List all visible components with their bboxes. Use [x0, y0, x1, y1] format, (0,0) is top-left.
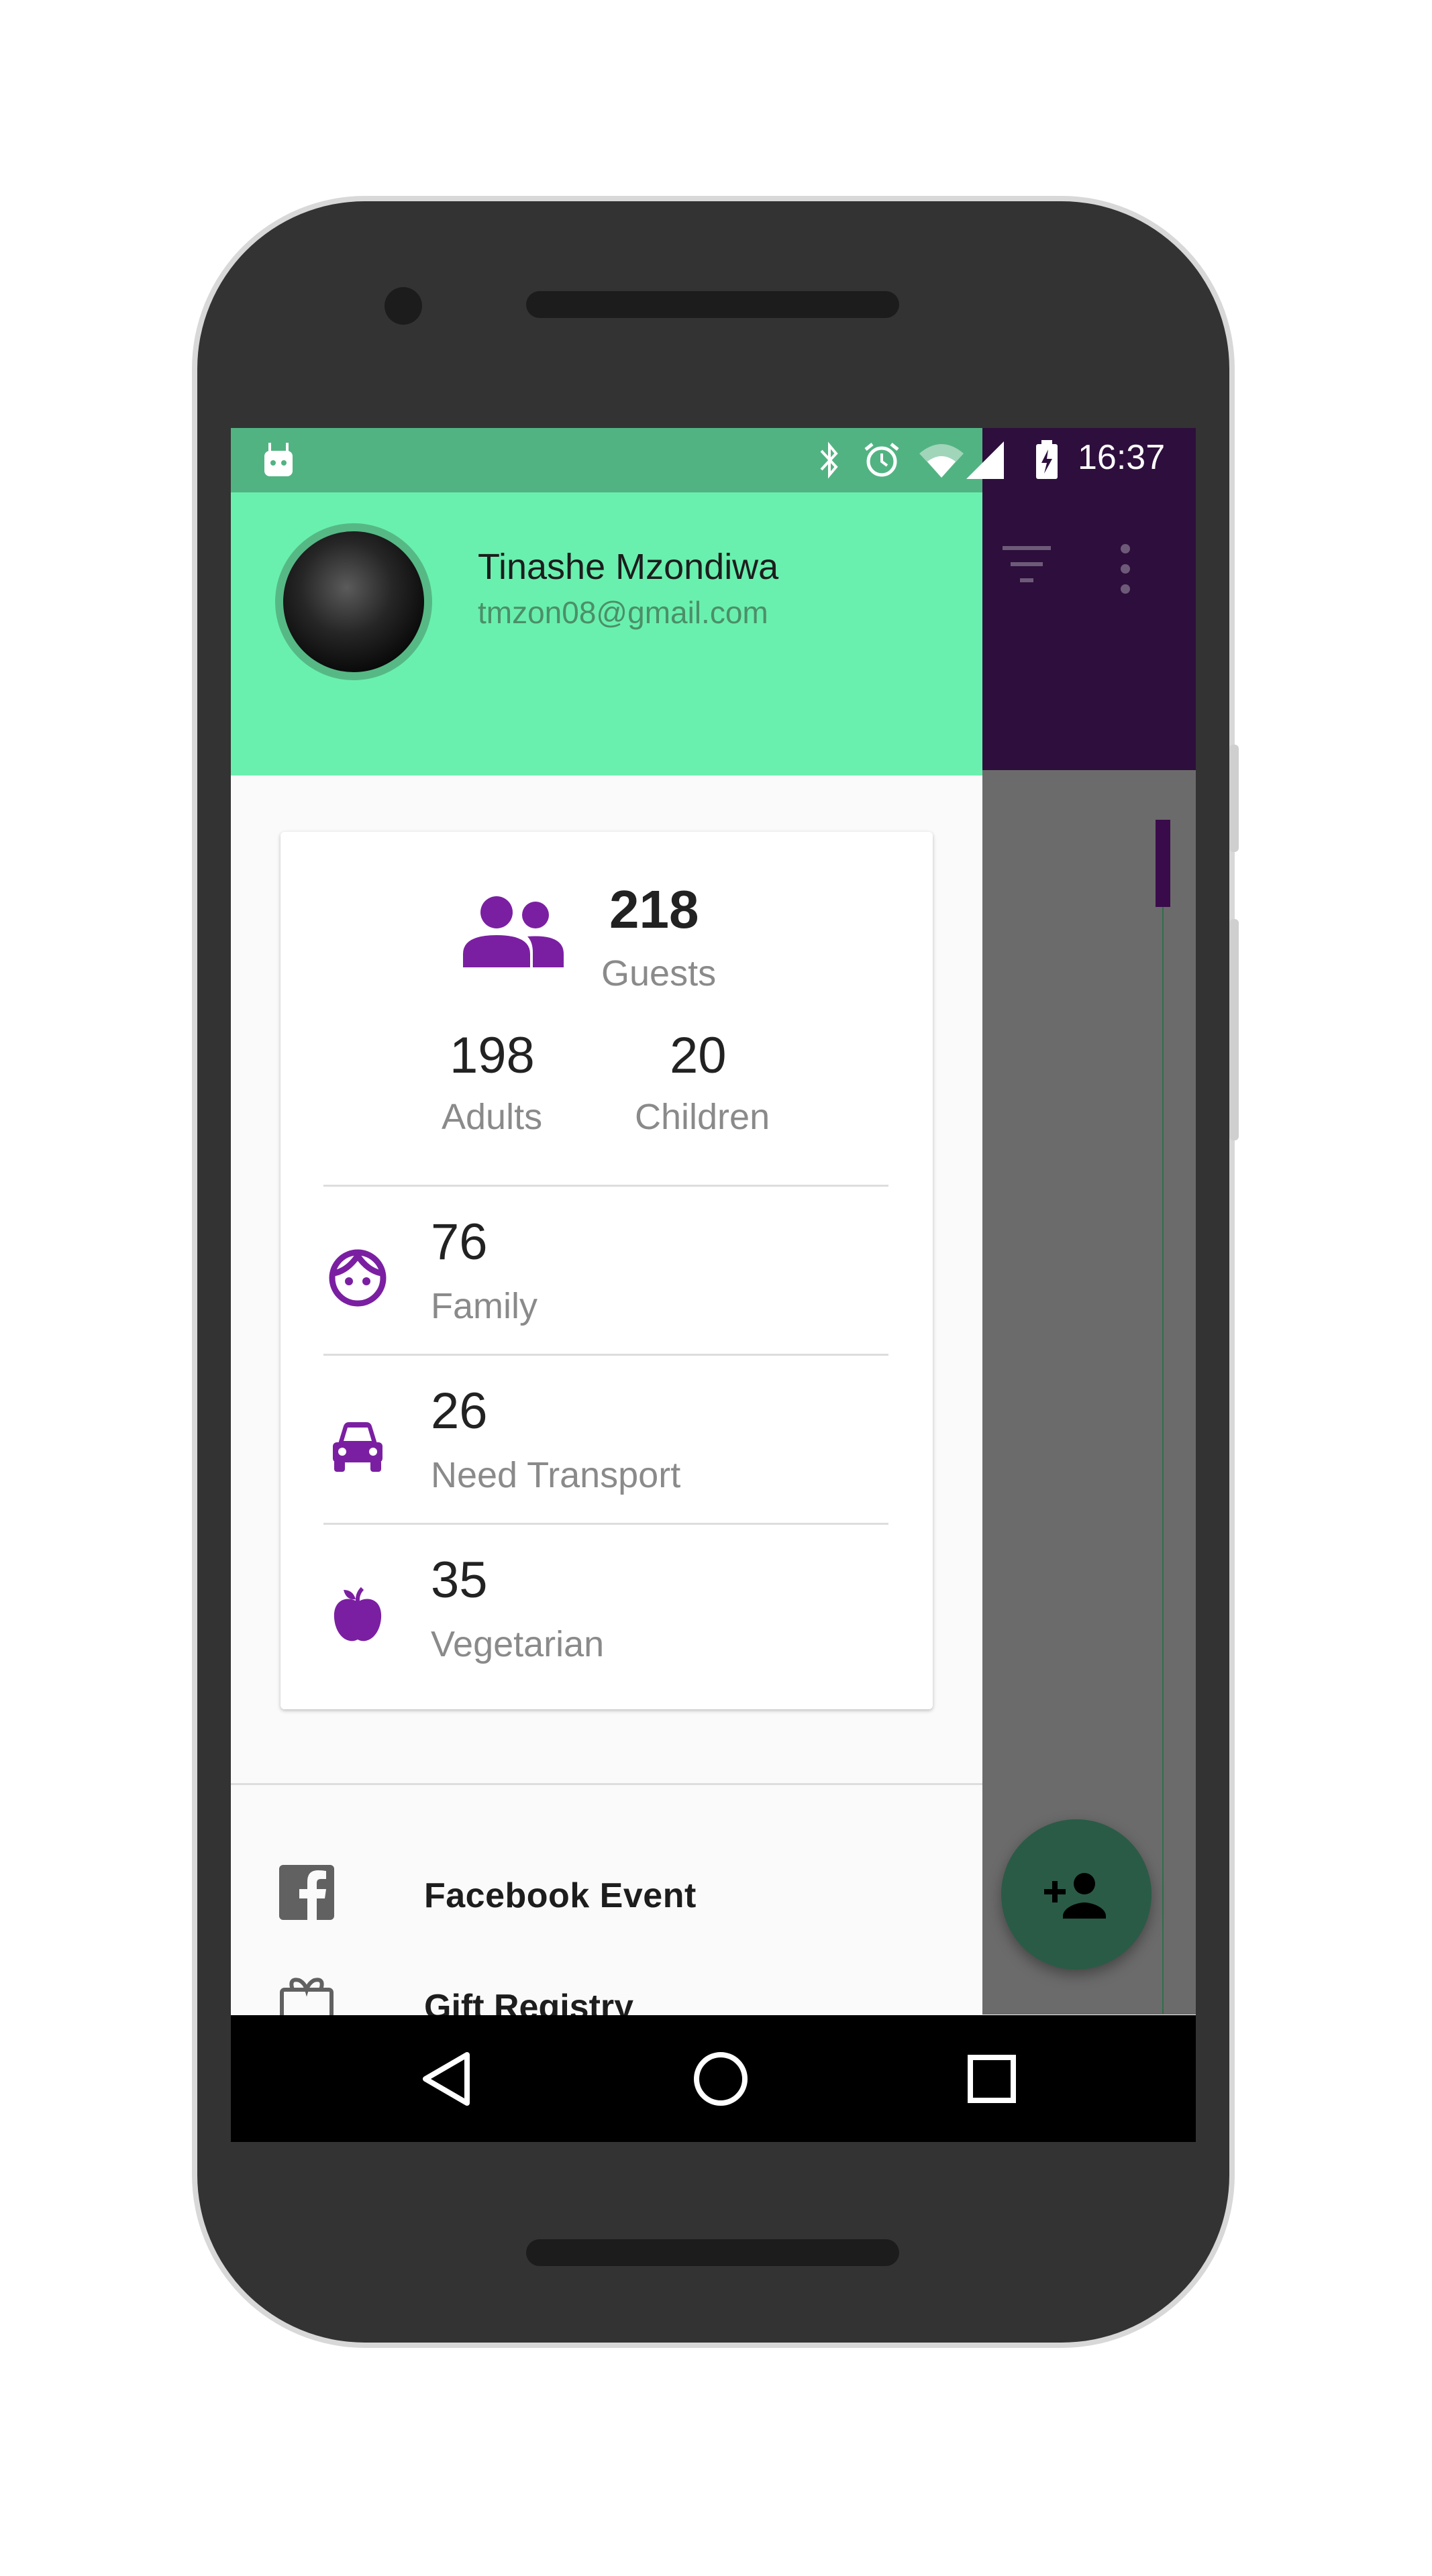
top-speaker — [526, 291, 899, 318]
adults-count: 198 — [450, 1027, 535, 1084]
more-vert-icon[interactable] — [1115, 542, 1135, 596]
add-guest-fab[interactable] — [1001, 1819, 1152, 1970]
recents-icon[interactable] — [958, 2045, 1025, 2112]
adults-label: Adults — [442, 1097, 543, 1137]
family-count: 76 — [431, 1214, 488, 1271]
bluetooth-icon — [820, 441, 838, 479]
avatar[interactable] — [275, 523, 432, 680]
children-count: 20 — [670, 1027, 727, 1084]
divider — [323, 1354, 888, 1356]
alarm-icon — [864, 443, 899, 477]
user-email: tmzon08@gmail.com — [478, 595, 768, 630]
status-bar: 16:37 — [231, 428, 1196, 492]
front-camera — [385, 287, 422, 325]
bottom-speaker — [526, 2239, 899, 2266]
navigation-drawer: Tinashe Mzondiwa tmzon08@gmail.com 218 G… — [231, 492, 982, 2029]
guest-stats-card: 218 Guests 198 Adults 20 Children 76 Fam… — [280, 832, 933, 1709]
children-label: Children — [635, 1097, 770, 1137]
screen: 16:37 Tinashe Mzondiwa tmzon08@gmail.com… — [231, 428, 1196, 2142]
scroll-indicator — [1156, 820, 1170, 907]
facebook-icon — [279, 1865, 334, 1920]
transport-count: 26 — [431, 1383, 488, 1440]
signal-icon — [966, 441, 1004, 479]
apple-icon — [334, 1587, 382, 1642]
divider — [323, 1185, 888, 1187]
divider — [323, 1523, 888, 1525]
android-icon — [264, 443, 293, 476]
battery-charging-icon — [1036, 440, 1058, 479]
filter-icon[interactable] — [1000, 542, 1054, 589]
home-icon[interactable] — [687, 2045, 754, 2112]
people-icon — [463, 896, 564, 967]
vegetarian-count: 35 — [431, 1552, 488, 1609]
volume-button — [1229, 745, 1239, 852]
avatar-image — [283, 531, 424, 672]
add-person-icon — [1044, 1873, 1106, 1919]
wifi-icon — [919, 444, 964, 478]
status-time: 16:37 — [1078, 438, 1166, 477]
drawer-header: Tinashe Mzondiwa tmzon08@gmail.com — [231, 492, 982, 775]
menu-item-facebook-event[interactable]: Facebook Event — [424, 1876, 697, 1916]
guests-label: Guests — [601, 953, 717, 994]
back-icon[interactable] — [415, 2045, 482, 2112]
timeline-line — [1162, 907, 1164, 2014]
car-icon — [333, 1422, 382, 1472]
menu-divider — [231, 1783, 982, 1785]
guests-count: 218 — [609, 879, 699, 939]
power-button — [1229, 919, 1239, 1140]
system-nav-bar — [231, 2015, 1196, 2142]
face-icon — [329, 1249, 387, 1307]
transport-label: Need Transport — [431, 1455, 681, 1495]
vegetarian-label: Vegetarian — [431, 1624, 605, 1664]
family-label: Family — [431, 1286, 538, 1326]
user-name: Tinashe Mzondiwa — [478, 547, 779, 587]
